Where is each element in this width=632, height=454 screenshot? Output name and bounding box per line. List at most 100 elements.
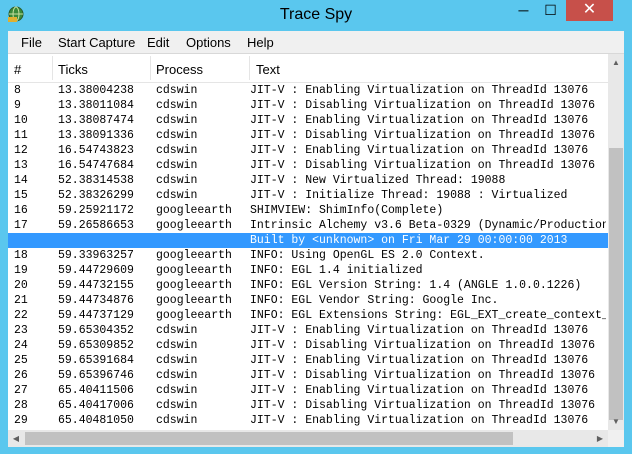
scrollbar-corner [608, 430, 624, 447]
table-row[interactable]: 8 13.38004238 cdswin JIT-V : Enabling Virtu… [8, 83, 608, 98]
table-row[interactable]: 27 65.40411506 cdswin JIT-V : Enabling Virt… [8, 383, 608, 398]
table-row[interactable]: Built by <unknown> on Fri Mar 29 00:00:0… [8, 233, 608, 248]
row-text: JIT-V : Disabling Virtualization on Thre… [250, 159, 596, 172]
close-button[interactable]: ✕ [566, 0, 613, 21]
row-text: JIT-V : Enabling Virtualization on Threa… [250, 384, 589, 397]
row-index: 16 [14, 204, 28, 217]
column-header-process[interactable]: Process [156, 62, 203, 77]
table-row[interactable]: 15 52.38326299 cdswin JIT-V : Initialize Th… [8, 188, 608, 203]
row-ticks: 16.54743823 [58, 144, 134, 157]
row-ticks: 65.40417006 [58, 399, 134, 412]
row-process: cdswin [156, 174, 198, 187]
column-header-text[interactable]: Text [256, 62, 280, 77]
row-process: googleearth [156, 309, 232, 322]
arrow-right-icon[interactable]: ▶ [592, 430, 608, 447]
row-text: JIT-V : Disabling Virtualization on Thre… [250, 129, 596, 142]
horizontal-scrollbar[interactable]: ◀ ▶ [8, 430, 608, 447]
row-process: cdswin [156, 144, 198, 157]
row-index: 26 [14, 369, 28, 382]
row-index: 29 [14, 414, 28, 427]
column-header-index[interactable]: # [14, 62, 21, 77]
row-process: cdswin [156, 129, 198, 142]
table-row[interactable]: 28 65.40417006 cdswin JIT-V : Disabling Vir… [8, 398, 608, 413]
row-text: JIT-V : Disabling Virtualization on Thre… [250, 369, 596, 382]
table-row[interactable]: 21 59.44734876 googleearth INFO: EGL Vendor… [8, 293, 608, 308]
row-text: JIT-V : Enabling Virtualization on Threa… [250, 324, 589, 337]
menu-bar: File Start Capture Edit Options Help [8, 31, 624, 53]
row-text: JIT-V : Disabling Virtualization on Thre… [250, 339, 596, 352]
table-row[interactable]: 10 13.38087474 cdswin JIT-V : Enabling Virt… [8, 113, 608, 128]
table-row[interactable]: 18 59.33963257 googleearth INFO: Using Open… [8, 248, 608, 263]
minimize-button[interactable]: ─ [510, 0, 537, 21]
row-index: 9 [14, 99, 21, 112]
row-process: cdswin [156, 84, 198, 97]
row-index: 25 [14, 354, 28, 367]
table-row[interactable]: 14 52.38314538 cdswin JIT-V : New Virtualiz… [8, 173, 608, 188]
table-row[interactable]: 20 59.44732155 googleearth INFO: EGL Versio… [8, 278, 608, 293]
row-ticks: 59.44734876 [58, 294, 134, 307]
table-row[interactable]: 11 13.38091336 cdswin JIT-V : Disabling Vir… [8, 128, 608, 143]
vertical-scroll-thumb[interactable] [609, 148, 623, 420]
row-text: JIT-V : Enabling Virtualization on Threa… [250, 114, 589, 127]
column-divider[interactable] [150, 56, 151, 80]
row-ticks: 59.65304352 [58, 324, 134, 337]
row-process: googleearth [156, 204, 232, 217]
table-row[interactable]: 26 59.65396746 cdswin JIT-V : Disabling Vir… [8, 368, 608, 383]
row-text: Intrinsic Alchemy v3.6 Beta-0329 (Dynami… [250, 219, 606, 232]
row-ticks: 59.25921172 [58, 204, 134, 217]
row-ticks: 13.38091336 [58, 129, 134, 142]
arrow-left-icon[interactable]: ◀ [8, 430, 24, 447]
row-ticks: 59.33963257 [58, 249, 134, 262]
maximize-button[interactable]: ☐ [537, 0, 564, 21]
row-ticks: 59.65309852 [58, 339, 134, 352]
table-row[interactable]: 22 59.44737129 googleearth INFO: EGL Extens… [8, 308, 608, 323]
table-row[interactable]: 25 59.65391684 cdswin JIT-V : Enabling Virt… [8, 353, 608, 368]
row-process: cdswin [156, 414, 198, 427]
row-index: 17 [14, 219, 28, 232]
row-text: JIT-V : Enabling Virtualization on Threa… [250, 84, 589, 97]
row-text: JIT-V : Disabling Virtualization on Thre… [250, 399, 596, 412]
app-window: Trace Spy ─ ☐ ✕ File Start Capture Edit … [0, 0, 632, 454]
title-bar[interactable]: Trace Spy ─ ☐ ✕ [0, 0, 632, 31]
table-row[interactable]: 9 13.38011084 cdswin JIT-V : Disabling Virt… [8, 98, 608, 113]
vertical-scrollbar[interactable]: ▲ ▼ [608, 54, 624, 430]
row-text: JIT-V : Enabling Virtualization on Threa… [250, 354, 589, 367]
table-row[interactable]: 17 59.26586653 googleearth Intrinsic Alchem… [8, 218, 608, 233]
row-index: 23 [14, 324, 28, 337]
arrow-down-icon[interactable]: ▼ [608, 413, 624, 430]
row-text: SHIMVIEW: ShimInfo(Complete) [250, 204, 444, 217]
column-divider[interactable] [249, 56, 250, 80]
row-process: cdswin [156, 324, 198, 337]
row-text: JIT-V : Disabling Virtualization on Thre… [250, 99, 596, 112]
menu-help[interactable]: Help [247, 35, 274, 50]
table-row[interactable]: 23 59.65304352 cdswin JIT-V : Enabling Virt… [8, 323, 608, 338]
row-process: googleearth [156, 264, 232, 277]
row-index: 11 [14, 129, 28, 142]
row-text: JIT-V : Enabling Virtualization on Threa… [250, 144, 589, 157]
table-row[interactable]: 13 16.54747684 cdswin JIT-V : Disabling Vir… [8, 158, 608, 173]
menu-file[interactable]: File [21, 35, 42, 50]
row-index: 10 [14, 114, 28, 127]
table-row[interactable]: 12 16.54743823 cdswin JIT-V : Enabling Virt… [8, 143, 608, 158]
table-row[interactable]: 29 65.40481050 cdswin JIT-V : Enabling Virt… [8, 413, 608, 428]
menu-options[interactable]: Options [186, 35, 231, 50]
row-index: 24 [14, 339, 28, 352]
horizontal-scroll-thumb[interactable] [25, 432, 513, 445]
row-index: 20 [14, 279, 28, 292]
row-process: cdswin [156, 384, 198, 397]
column-divider[interactable] [52, 56, 53, 80]
menu-edit[interactable]: Edit [147, 35, 169, 50]
row-process: googleearth [156, 249, 232, 262]
row-text: INFO: EGL Version String: 1.4 (ANGLE 1.0… [250, 279, 582, 292]
row-ticks: 65.40411506 [58, 384, 134, 397]
row-process: cdswin [156, 399, 198, 412]
row-index: 28 [14, 399, 28, 412]
table-row[interactable]: 19 59.44729609 googleearth INFO: EGL 1.4 in… [8, 263, 608, 278]
row-ticks: 13.38087474 [58, 114, 134, 127]
menu-start-capture[interactable]: Start Capture [58, 35, 135, 50]
arrow-up-icon[interactable]: ▲ [608, 54, 624, 71]
table-row[interactable]: 24 59.65309852 cdswin JIT-V : Disabling Vir… [8, 338, 608, 353]
table-row[interactable]: 16 59.25921172 googleearth SHIMVIEW: ShimIn… [8, 203, 608, 218]
column-header-ticks[interactable]: Ticks [58, 62, 88, 77]
row-index: 8 [14, 84, 21, 97]
